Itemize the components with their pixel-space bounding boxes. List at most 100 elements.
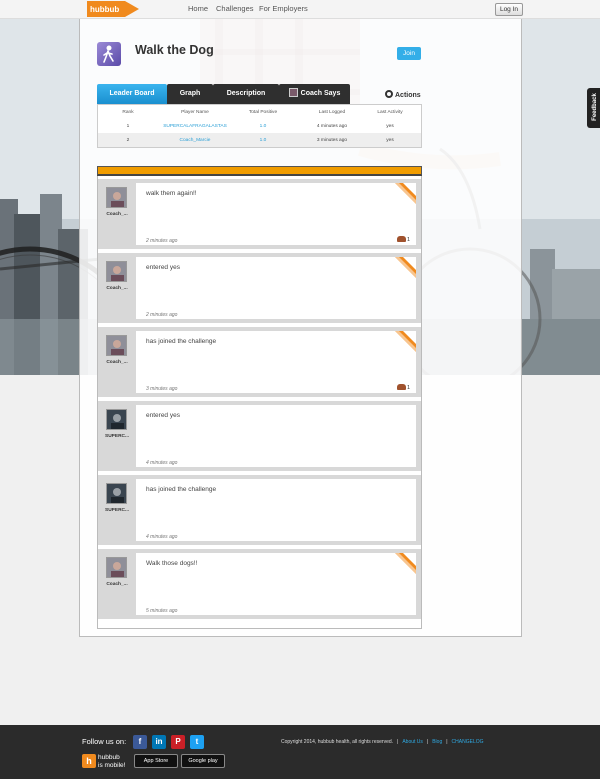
top-navigation-bar: hubbub Home Challenges For Employers Log… (0, 0, 600, 19)
cell-last-activity: yes (386, 124, 394, 129)
nav-for-employers-link[interactable]: For Employers (259, 4, 308, 13)
coach-ribbon-icon (395, 331, 416, 352)
cell-last-logged: 4 minutes ago (316, 124, 348, 129)
post-author[interactable]: SUPERC... (100, 508, 134, 513)
post-timestamp: 5 minutes ago (146, 608, 178, 614)
challenge-title: Walk the Dog (135, 43, 214, 57)
table-row: 2 Coach_Marcie 1.0 3 minutes ago yes (98, 133, 421, 147)
column-header-last-logged: Last Logged (318, 110, 346, 115)
post-timestamp: 4 minutes ago (146, 534, 178, 540)
post-author[interactable]: Coach_... (100, 582, 134, 587)
changelog-link[interactable]: CHANGELOG (452, 739, 484, 745)
follow-us-label: Follow us on: (82, 737, 127, 746)
cell-rank: 1 (126, 124, 130, 129)
post-body: has joined the challenge 3 minutes ago 1 (136, 331, 416, 393)
post-timestamp: 3 minutes ago (146, 386, 178, 392)
feed-post: SUPERC... has joined the challenge 4 minut… (98, 475, 421, 545)
avatar[interactable] (106, 335, 127, 356)
tab-description[interactable]: Description (213, 84, 279, 104)
nav-challenges-link[interactable]: Challenges (216, 4, 254, 13)
feed-post: Coach_... has joined the challenge 3 minut… (98, 327, 421, 397)
cheer-button[interactable]: 1 (396, 236, 410, 243)
post-body: walk them again!! 2 minutes ago 1 (136, 183, 416, 245)
pinterest-icon[interactable]: P (171, 735, 185, 749)
activity-feed-header (97, 166, 422, 176)
table-header-row: Rank Player Name Total Positive Last Log… (98, 105, 421, 119)
cell-total-positive[interactable]: 1.0 (241, 124, 285, 129)
avatar[interactable] (106, 261, 127, 282)
cheer-count: 1 (406, 237, 410, 243)
about-us-link[interactable]: About Us (402, 739, 423, 745)
linkedin-icon[interactable]: in (152, 735, 166, 749)
tab-leader-board[interactable]: Leader Board (97, 84, 167, 104)
join-button[interactable]: Join (397, 47, 421, 60)
post-text: has joined the challenge (146, 338, 217, 345)
leaderboard-table: Rank Player Name Total Positive Last Log… (97, 104, 422, 148)
mobile-promo-line1: hubbub (98, 754, 120, 761)
post-author[interactable]: Coach_... (100, 286, 134, 291)
tab-coach-says-label: Coach Says (300, 90, 341, 97)
cell-last-logged: 3 minutes ago (316, 138, 348, 143)
post-text: has joined the challenge (146, 486, 217, 493)
copyright-bar: Copyright 2014, hubbub health, all right… (281, 739, 484, 745)
table-row: 1 SUPERCALAFRAGALASTAS 1.0 4 minutes ago… (98, 119, 421, 133)
post-body: has joined the challenge 4 minutes ago (136, 479, 416, 541)
player-name-link[interactable]: Coach_Marcie (158, 138, 232, 143)
feedback-tab[interactable]: Feedback (587, 88, 600, 128)
cheer-icon (396, 236, 406, 242)
post-author[interactable]: Coach_... (100, 360, 134, 365)
nav-home-link[interactable]: Home (188, 4, 208, 13)
post-text: entered yes (146, 264, 180, 271)
cell-total-positive[interactable]: 1.0 (241, 138, 285, 143)
post-timestamp: 4 minutes ago (146, 460, 178, 466)
login-button[interactable]: Log In (495, 3, 523, 16)
facebook-icon[interactable]: f (133, 735, 147, 749)
coach-avatar-icon (288, 88, 298, 97)
cell-last-activity: yes (386, 138, 394, 143)
column-header-rank: Rank (122, 110, 134, 115)
gear-icon (385, 90, 393, 98)
column-header-last-activity: Last Activity (377, 110, 403, 115)
post-body: entered yes 4 minutes ago (136, 405, 416, 467)
post-timestamp: 2 minutes ago (146, 238, 178, 244)
post-body: Walk those dogs!! 5 minutes ago (136, 553, 416, 615)
feedback-label: Feedback (592, 93, 598, 121)
actions-menu[interactable]: Actions (385, 90, 421, 99)
post-author[interactable]: Coach_... (100, 212, 134, 217)
coach-ribbon-icon (395, 553, 416, 574)
post-timestamp: 2 minutes ago (146, 312, 178, 318)
feed-post: Coach_... entered yes 2 minutes ago (98, 253, 421, 323)
cell-rank: 2 (126, 138, 130, 143)
blog-link[interactable]: Blog (432, 739, 442, 745)
twitter-icon[interactable]: t (190, 735, 204, 749)
svg-text:hubbub: hubbub (90, 5, 119, 14)
post-author[interactable]: SUPERC... (100, 434, 134, 439)
copyright-text: Copyright 2014, hubbub health, all right… (281, 739, 394, 745)
mobile-promo-text: hubbub is mobile! (98, 754, 125, 769)
post-text: Walk those dogs!! (146, 560, 198, 567)
walker-icon (97, 42, 121, 66)
google-play-badge[interactable]: Google play (181, 754, 225, 768)
feed-post: Coach_... walk them again!! 2 minutes ago 1 (98, 179, 421, 249)
footer: Follow us on: f in P t h hubbub is mobil… (0, 725, 600, 779)
feed-post: Coach_... Walk those dogs!! 5 minutes ago (98, 549, 421, 619)
coach-ribbon-icon (395, 183, 416, 204)
avatar[interactable] (106, 187, 127, 208)
avatar[interactable] (106, 409, 127, 430)
avatar[interactable] (106, 557, 127, 578)
post-text: walk them again!! (146, 190, 197, 197)
challenge-card: Walk the Dog Join Leader Board Graph Des… (79, 19, 522, 637)
tab-coach-says[interactable]: Coach Says (279, 84, 350, 104)
cheer-count: 1 (406, 385, 410, 391)
hubbub-logo[interactable]: hubbub (87, 1, 139, 17)
coach-ribbon-icon (395, 257, 416, 278)
app-store-badge[interactable]: App Store (134, 754, 178, 768)
avatar[interactable] (106, 483, 127, 504)
actions-label: Actions (395, 92, 421, 99)
column-header-player-name: Player Name (181, 110, 209, 115)
activity-feed: Coach_... walk them again!! 2 minutes ago 1… (97, 176, 422, 629)
hubbub-mobile-icon: h (82, 754, 96, 768)
player-name-link[interactable]: SUPERCALAFRAGALASTAS (158, 124, 232, 129)
tab-graph[interactable]: Graph (167, 84, 213, 104)
cheer-button[interactable]: 1 (396, 384, 410, 391)
